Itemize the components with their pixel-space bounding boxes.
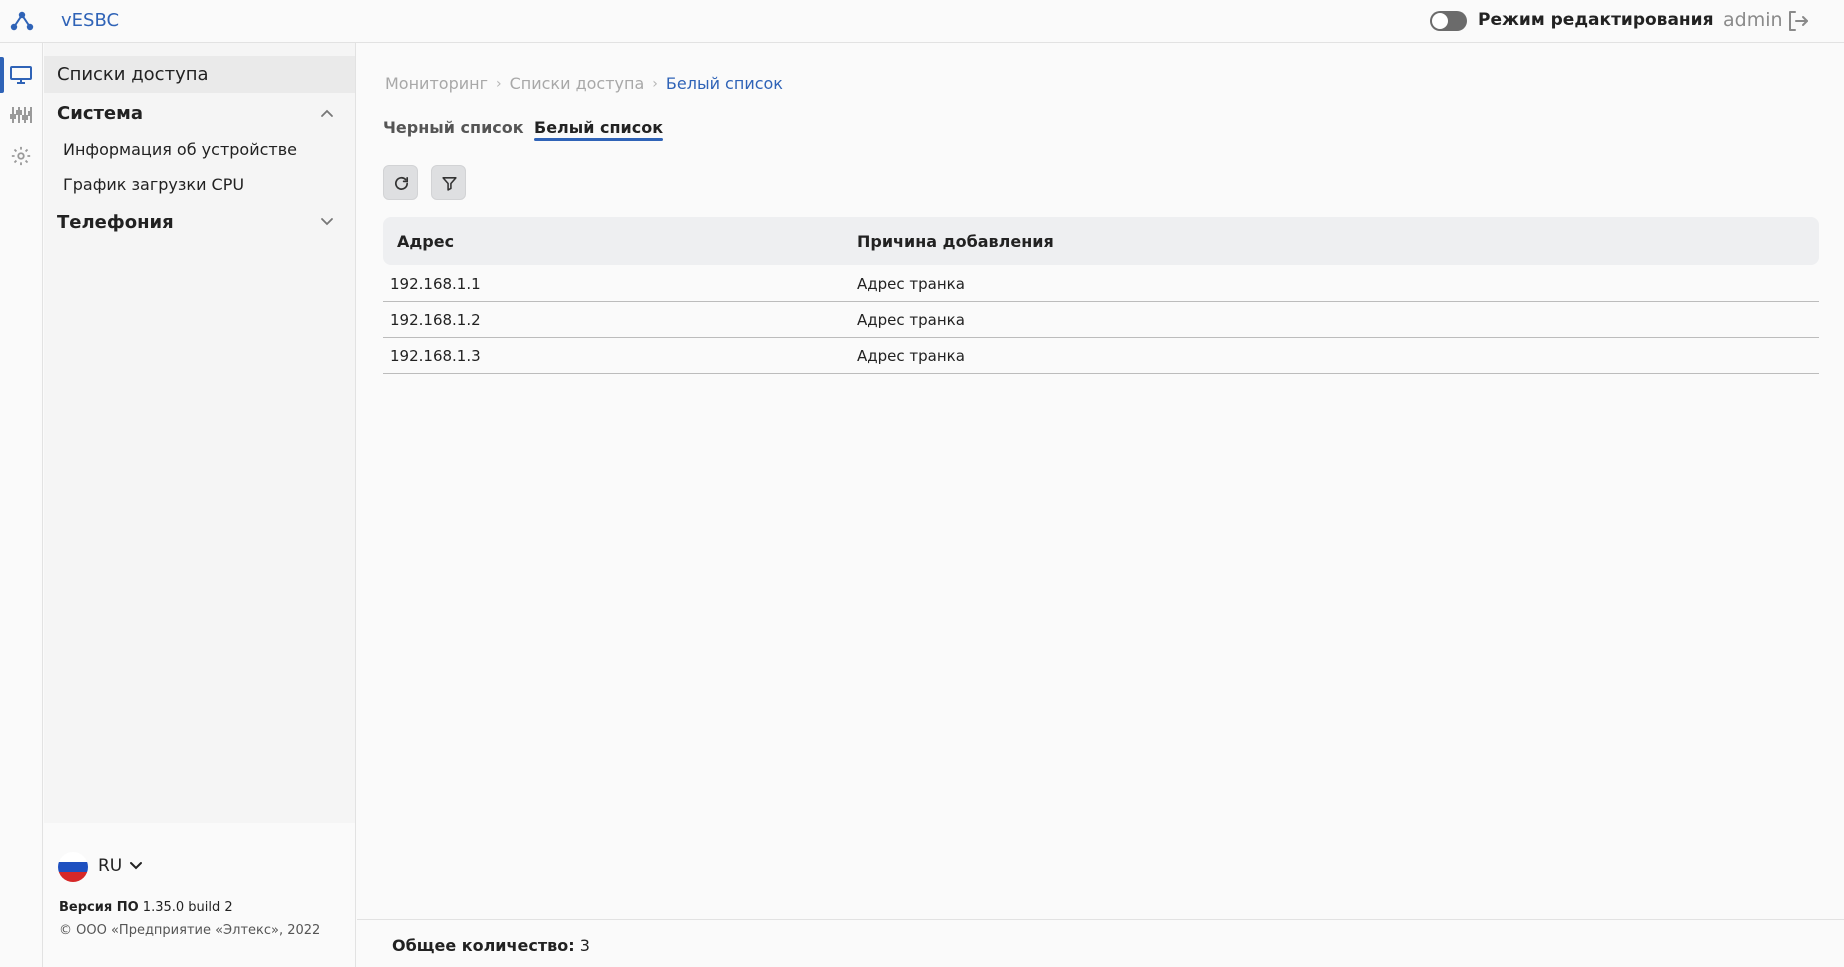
edit-mode-toggle[interactable] [1430,11,1467,31]
copyright: © ООО «Предприятие «Элтекс», 2022 [59,923,321,938]
total-count-value: 3 [579,936,590,955]
total-count: Общее количество: 3 [392,936,590,955]
sidebar-group-system[interactable]: Система [57,103,143,124]
cell-reason: Адрес транка [857,311,965,329]
sidebar-item-cpu-chart[interactable]: График загрузки CPU [63,175,244,194]
software-version: Версия ПО 1.35.0 build 2 [59,900,233,915]
cell-address: 192.168.1.1 [390,275,481,293]
sidebar-item-device-info[interactable]: Информация об устройстве [63,140,297,159]
main-content: Мониторинг › Списки доступа › Белый спис… [357,43,1844,967]
rail-item-monitoring[interactable] [0,55,43,95]
sidebar-item-label: Списки доступа [57,64,209,85]
app-title[interactable]: vESBC [61,10,119,31]
toggle-knob [1432,13,1448,29]
sidebar-group-telephony[interactable]: Телефония [57,212,174,233]
chevron-up-icon[interactable] [320,108,334,118]
cell-address: 192.168.1.3 [390,347,481,365]
breadcrumb-item-whitelist: Белый список [665,74,783,93]
refresh-icon [394,176,409,190]
breadcrumb-item-monitoring[interactable]: Мониторинг [385,74,488,93]
refresh-button[interactable] [383,165,418,200]
total-count-label: Общее количество: [392,936,575,955]
column-header-reason[interactable]: Причина добавления [857,232,1054,251]
edit-mode-label: Режим редактирования [1478,10,1714,30]
breadcrumb: Мониторинг › Списки доступа › Белый спис… [385,74,783,93]
chevron-down-icon[interactable] [320,217,334,227]
rail-item-settings[interactable] [0,135,43,175]
version-value: 1.35.0 build 2 [142,900,233,915]
cell-address: 192.168.1.2 [390,311,481,329]
gear-icon [11,146,31,166]
app-logo-icon[interactable] [10,10,34,32]
table-footer: Общее количество: 3 [357,919,1844,967]
sliders-icon [10,107,32,123]
monitor-icon [10,66,32,84]
breadcrumb-item-access-lists[interactable]: Списки доступа [510,74,645,93]
sidebar-item-access-lists[interactable]: Списки доступа [44,56,355,93]
chevron-down-icon[interactable] [129,861,143,871]
table-row[interactable]: 192.168.1.3 Адрес транка [383,338,1819,374]
russia-flag-icon[interactable] [58,852,88,882]
icon-rail [0,43,43,967]
column-header-address[interactable]: Адрес [397,232,454,251]
sidebar: Списки доступа Система Информация об уст… [44,43,356,823]
language-selector[interactable]: RU [98,856,122,876]
version-label: Версия ПО [59,900,139,915]
cell-reason: Адрес транка [857,275,965,293]
table-row[interactable]: 192.168.1.1 Адрес транка [383,266,1819,302]
breadcrumb-separator-icon: › [495,75,502,92]
filter-icon [442,177,457,191]
logout-icon[interactable] [1786,9,1810,33]
sidebar-footer: RU Версия ПО 1.35.0 build 2 © ООО «Предп… [44,823,356,967]
cell-reason: Адрес транка [857,347,965,365]
breadcrumb-separator-icon: › [652,75,658,92]
tab-blacklist[interactable]: Черный список [383,118,524,137]
top-bar: vESBC Режим редактирования admin [0,0,1844,43]
table-header: Адрес Причина добавления [383,217,1819,265]
rail-item-configuration[interactable] [0,95,43,135]
filter-button[interactable] [431,165,466,200]
user-name: admin [1723,9,1783,31]
table-row[interactable]: 192.168.1.2 Адрес транка [383,302,1819,338]
tab-whitelist[interactable]: Белый список [534,118,664,141]
